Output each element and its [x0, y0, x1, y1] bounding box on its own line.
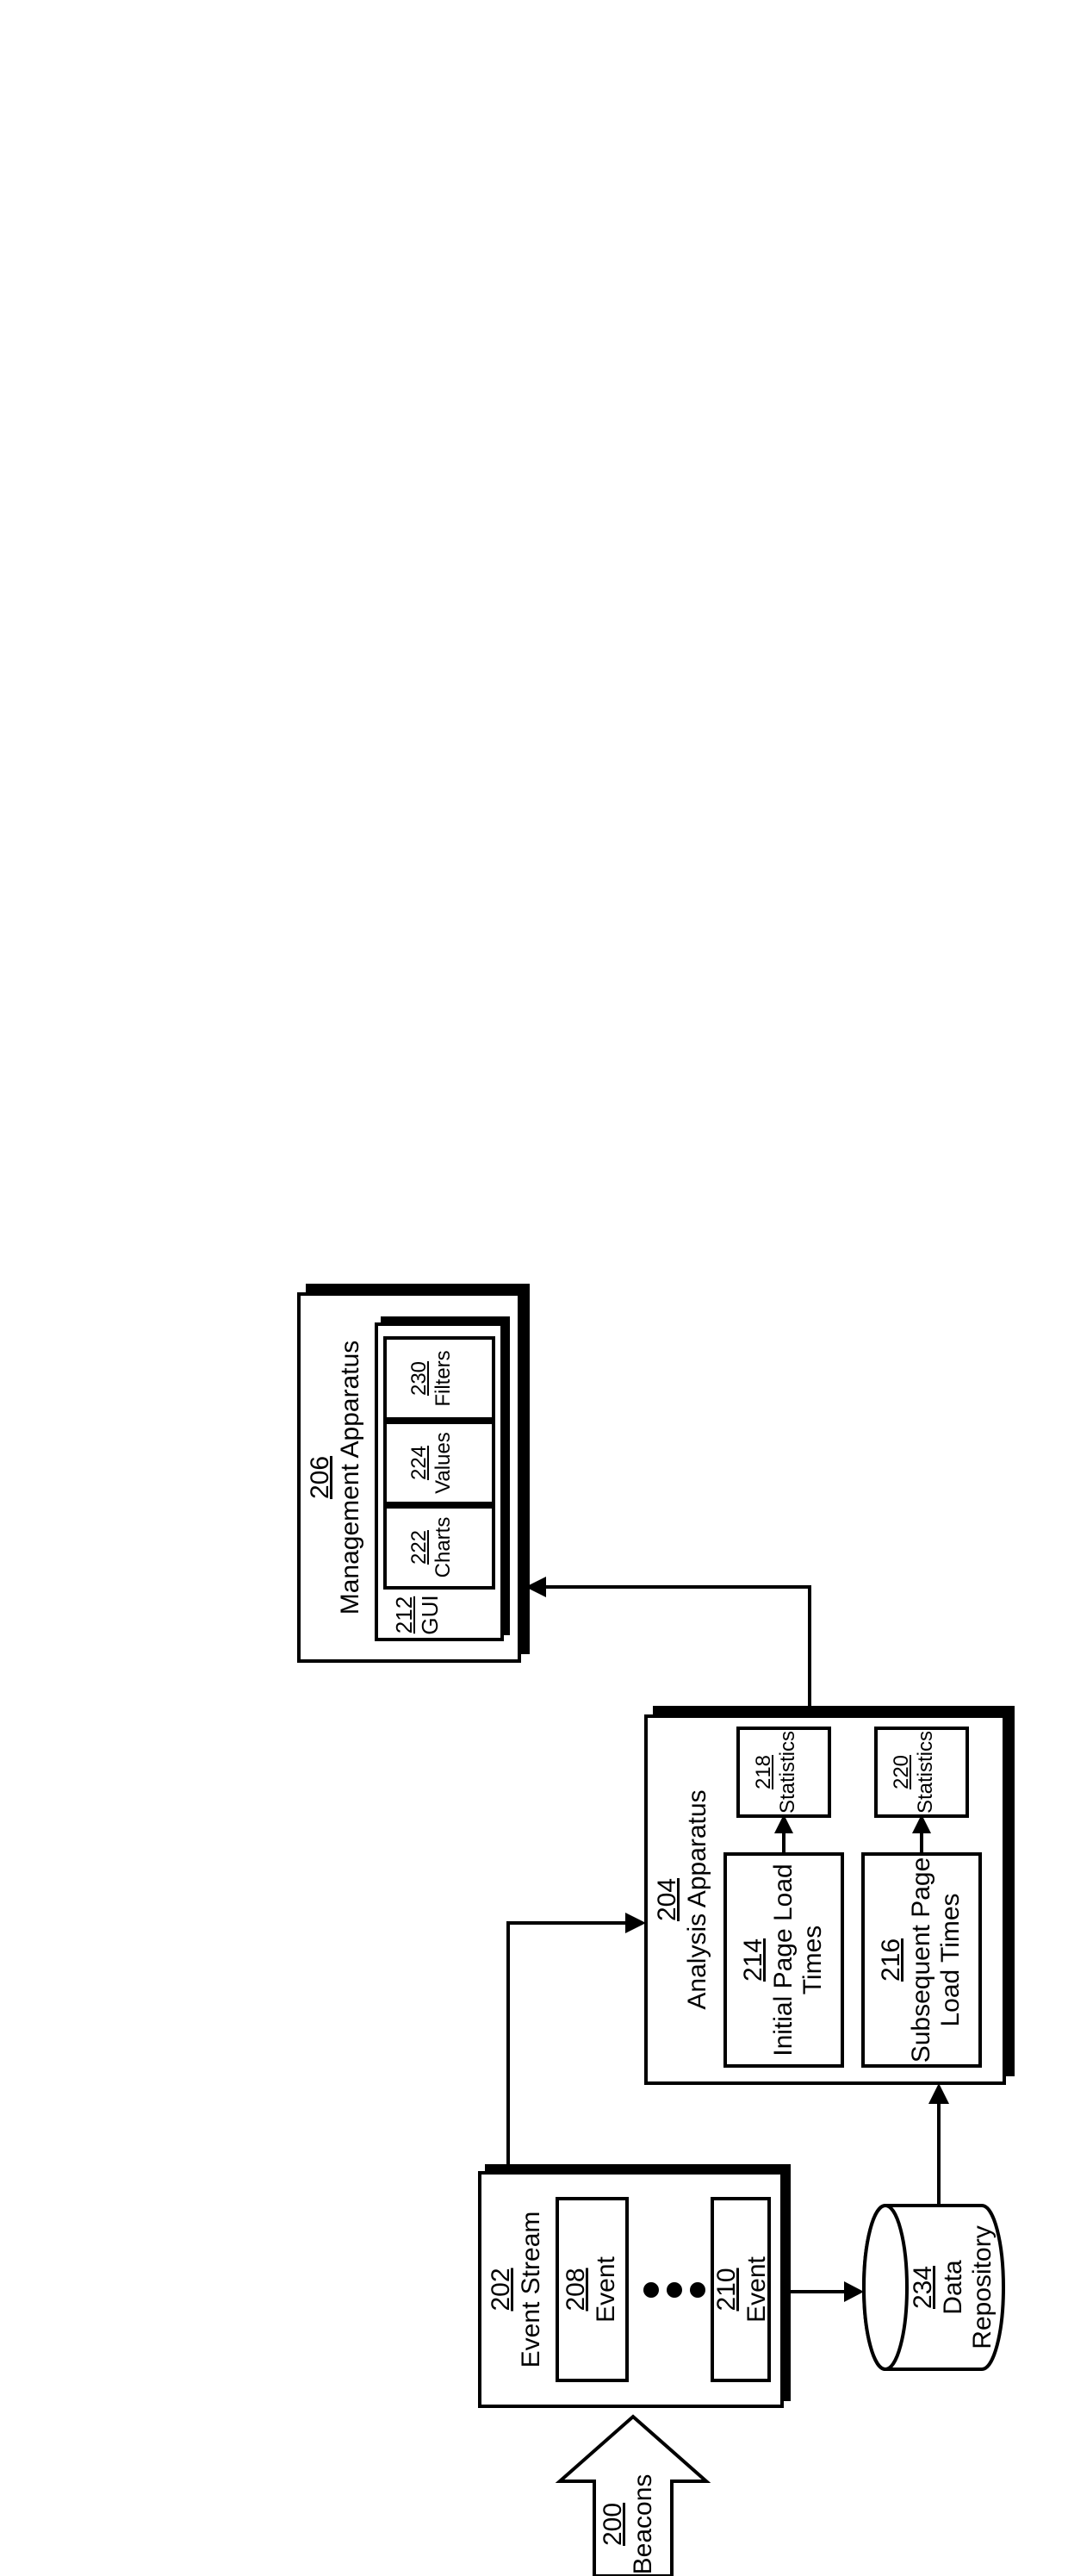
charts-label: 222Charts: [407, 1505, 455, 1590]
stats-218-label: 218Statistics: [752, 1727, 799, 1818]
stats-220-label: 220Statistics: [890, 1727, 937, 1818]
ellipsis-dot: [667, 2282, 682, 2298]
arrow-analysis-to-mgmt: [525, 1570, 827, 1716]
data-repository-label: 234 Data Repository: [909, 2201, 998, 2374]
beacons-label: 200Beacons: [599, 2473, 658, 2576]
gui-label: 212GUI: [392, 1591, 444, 1639]
values-label: 224Values: [407, 1421, 455, 1505]
arrow-es-to-analysis: [491, 1906, 646, 2173]
subsequent-plt-label: 216 Subsequent Page Load Times: [877, 1852, 966, 2068]
event-208-label: 208Event: [562, 2197, 621, 2382]
ellipsis-dot: [643, 2282, 659, 2298]
analysis-label: 204Analysis Apparatus: [653, 1714, 712, 2085]
event-stream-label: 202Event Stream: [487, 2171, 546, 2408]
event-210-label: 210Event: [712, 2197, 772, 2382]
arrow-initial-to-stats: [767, 1814, 801, 1854]
mgmt-label: 206Management Apparatus: [306, 1292, 365, 1663]
filters-label: 230Filters: [407, 1336, 455, 1421]
arrow-es-to-repo: [782, 2274, 864, 2309]
arrow-subseq-to-stats: [904, 1814, 939, 1854]
ellipsis-dot: [690, 2282, 705, 2298]
initial-plt-label: 214 Initial Page Load Times: [739, 1852, 829, 2068]
arrow-repo-to-analysis: [922, 2083, 956, 2204]
